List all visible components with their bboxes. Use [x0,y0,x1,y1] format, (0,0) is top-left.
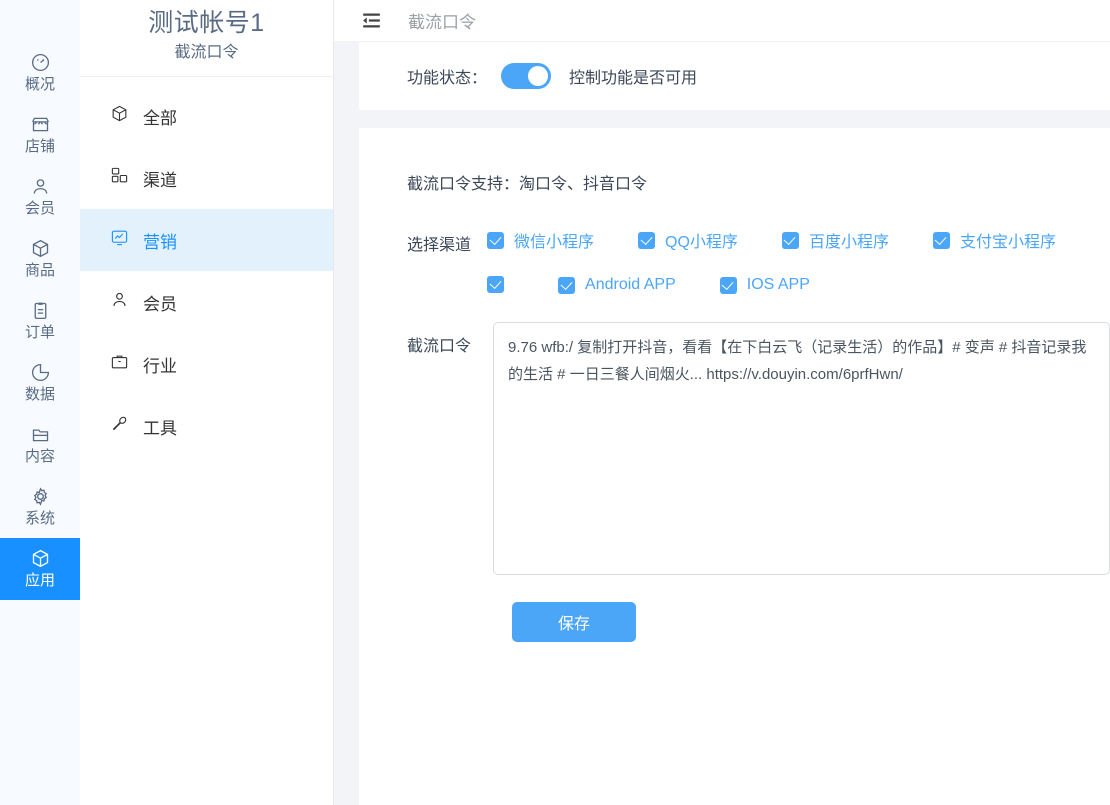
token-row: 截流口令 9.76 wfb:/ 复制打开抖音，看看【在下白云飞（记录生活）的作品… [407,294,1110,575]
main-area: 截流口令 功能状态： 控制功能是否可用 截流口令支持：淘口令、抖音口令 选择渠道 [334,0,1110,805]
checkbox-box[interactable] [558,276,576,294]
checkbox-baidu-miniprogram[interactable]: 百度小程序 [781,228,889,252]
channel-checkbox-group: 微信小程序 QQ小程序 百度小程序 支付宝小程序 Android APP IOS… [487,228,1110,294]
save-button[interactable]: 保存 [512,602,636,642]
sidebar-item-label: 概况 [24,76,55,93]
channels-row: 选择渠道 微信小程序 QQ小程序 百度小程序 支付宝小程序 Android AP… [407,194,1110,294]
sidebar-item-label: 店铺 [24,138,55,155]
chart-box-icon [110,228,129,252]
subnav-item-member[interactable]: 会员 [80,271,333,333]
sidebar-item-label: 应用 [24,572,55,589]
checkbox-android-app[interactable]: Android APP [558,276,676,294]
checkbox-qq-miniprogram[interactable]: QQ小程序 [638,228,738,252]
toggle-knob [528,66,549,86]
checkbox-wechat-miniprogram[interactable]: 微信小程序 [487,228,594,252]
secondary-sidebar: 测试帐号1 截流口令 全部 渠道 营销 会员 行业 工具 [80,0,334,805]
token-textarea[interactable]: 9.76 wfb:/ 复制打开抖音，看看【在下白云飞（记录生活）的作品】# 变声… [493,322,1110,575]
app-root: 概况 店铺 会员 商品 订单 数据 内容 系统 应用 测试帐号1 截流口令 全部… [0,0,1110,805]
checkbox-label: 微信小程序 [514,234,595,251]
subnav-header: 测试帐号1 截流口令 [80,0,333,77]
checkbox-label: 支付宝小程序 [959,234,1056,251]
subnav-list: 全部 渠道 营销 会员 行业 工具 [80,77,333,457]
nodes-icon [110,166,129,190]
wrench-icon [110,414,129,438]
save-row: 保存 [407,575,1110,642]
subnav-item-label: 行业 [143,356,177,376]
shop-icon [30,114,51,135]
account-title: 测试帐号1 [148,9,265,37]
sidebar-item-content[interactable]: 内容 [0,414,80,476]
subnav-item-channel[interactable]: 渠道 [80,147,333,209]
subnav-item-label: 营销 [143,232,177,252]
status-label: 功能状态： [407,70,488,87]
briefcase-icon [110,352,129,376]
checkbox-ios-app[interactable]: IOS APP [719,276,810,294]
sidebar-item-label: 订单 [24,324,55,341]
sidebar-item-label: 会员 [24,200,55,217]
checkbox-label: QQ小程序 [665,234,738,251]
checkbox-box[interactable] [487,231,505,249]
sidebar-item-product[interactable]: 商品 [0,228,80,290]
token-label: 截流口令 [407,338,472,355]
app-box-icon [30,548,51,569]
sidebar-item-shop[interactable]: 店铺 [0,104,80,166]
subnav-item-marketing[interactable]: 营销 [80,209,333,271]
subnav-item-label: 渠道 [143,170,177,190]
subnav-item-industry[interactable]: 行业 [80,333,333,395]
gear-icon [30,486,51,507]
user-icon [110,290,129,314]
subnav-item-all[interactable]: 全部 [80,85,333,147]
sidebar-item-system[interactable]: 系统 [0,476,80,538]
sidebar-item-label: 系统 [24,510,55,527]
user-icon [30,176,51,197]
sidebar-item-label: 数据 [24,386,55,403]
form-card: 截流口令支持：淘口令、抖音口令 选择渠道 微信小程序 QQ小程序 百度小程序 支… [359,128,1110,805]
status-hint: 控制功能是否可用 [569,70,698,87]
checkbox-label: 百度小程序 [808,234,889,251]
checkbox-label: Android APP [585,276,676,293]
subnav-item-tools[interactable]: 工具 [80,395,333,457]
box-outline-icon [110,104,129,128]
channels-label: 选择渠道 [407,237,472,254]
sidebar-item-overview[interactable]: 概况 [0,42,80,104]
primary-sidebar: 概况 店铺 会员 商品 订单 数据 内容 系统 应用 [0,0,80,805]
menu-fold-icon[interactable] [361,10,382,31]
sidebar-item-member[interactable]: 会员 [0,166,80,228]
folder-icon [30,424,51,445]
checkbox-box[interactable] [781,231,799,249]
subnav-item-label: 全部 [143,108,177,128]
checkbox-alipay-miniprogram[interactable]: 支付宝小程序 [932,228,1056,252]
support-text: 截流口令支持：淘口令、抖音口令 [407,176,648,193]
breadcrumb: 截流口令 [408,13,476,32]
subnav-item-label: 工具 [143,418,177,438]
account-subtitle: 截流口令 [174,44,239,61]
sidebar-item-app[interactable]: 应用 [0,538,80,600]
dashboard-icon [30,52,51,73]
sidebar-item-order[interactable]: 订单 [0,290,80,352]
checkbox-box[interactable] [719,276,737,294]
card-gap [334,110,1110,128]
feature-status-toggle[interactable] [501,63,552,89]
pie-chart-icon [30,362,51,383]
checkbox-offscreen-channel[interactable] [487,274,514,294]
clipboard-icon [30,300,51,321]
checkbox-box[interactable] [638,231,656,249]
checkbox-box[interactable] [487,275,505,293]
subnav-item-label: 会员 [143,294,177,314]
status-card: 功能状态： 控制功能是否可用 [359,42,1110,110]
checkbox-box[interactable] [932,231,950,249]
content-scroll: 功能状态： 控制功能是否可用 截流口令支持：淘口令、抖音口令 选择渠道 微信小程… [334,42,1110,805]
sidebar-item-label: 商品 [24,262,55,279]
checkbox-label: IOS APP [746,276,810,293]
sidebar-item-data[interactable]: 数据 [0,352,80,414]
top-bar: 截流口令 [334,0,1110,42]
box-icon [30,238,51,259]
sidebar-item-label: 内容 [24,448,55,465]
